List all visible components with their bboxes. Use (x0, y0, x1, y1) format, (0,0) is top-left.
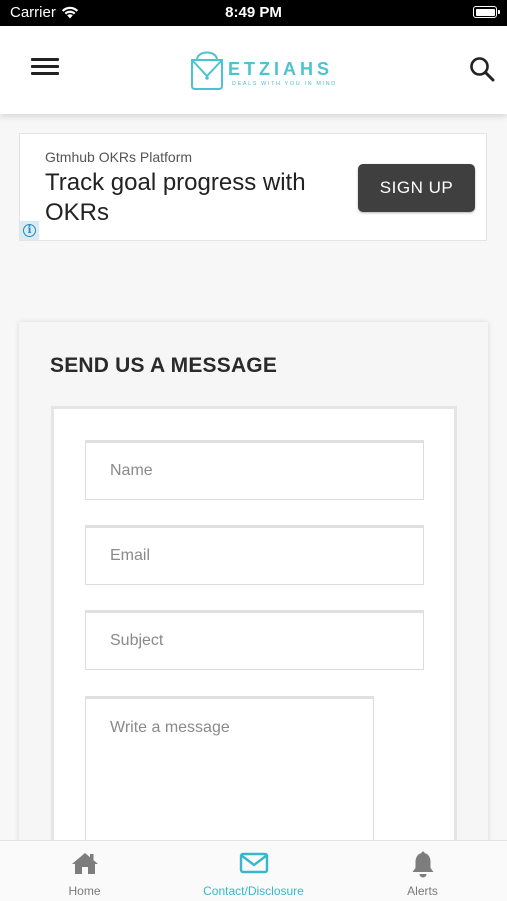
envelope-icon (239, 852, 268, 874)
tab-alerts[interactable]: Alerts (338, 841, 507, 901)
email-input[interactable] (85, 525, 424, 585)
subject-input[interactable] (85, 610, 424, 670)
tab-contact-disclosure[interactable]: Contact/Disclosure (169, 841, 338, 901)
logo-wordmark: ETZIAHS (228, 59, 334, 79)
hamburger-menu-button[interactable] (31, 56, 59, 78)
shopping-bag-logo-icon (191, 51, 223, 90)
metziahs-logo[interactable]: ETZIAHS DEALS WITH YOU IN MIND (188, 46, 358, 94)
tab-alerts-label: Alerts (407, 884, 438, 898)
app-header: ETZIAHS DEALS WITH YOU IN MIND (0, 26, 507, 114)
bottom-tab-bar: Home Contact/Disclosure Alerts (0, 840, 507, 901)
ad-sponsor: Gtmhub OKRs Platform (45, 149, 193, 165)
bell-icon (412, 851, 433, 878)
clock: 8:49 PM (225, 4, 282, 21)
battery-icon (473, 6, 500, 18)
home-icon (71, 853, 98, 874)
ad-banner[interactable]: Gtmhub OKRs Platform Track goal progress… (19, 133, 487, 241)
ad-choices-info-icon[interactable]: i (20, 221, 39, 240)
search-icon[interactable] (469, 56, 495, 82)
message-textarea[interactable] (85, 696, 374, 856)
logo-tagline: DEALS WITH YOU IN MIND (232, 81, 337, 87)
contact-form-card: SEND US A MESSAGE (19, 322, 488, 866)
ad-headline: Track goal progress with OKRs (45, 169, 306, 226)
tab-home-label: Home (68, 884, 101, 898)
contact-form (51, 406, 457, 866)
contact-form-title: SEND US A MESSAGE (50, 354, 278, 377)
status-bar: Carrier 8:49 PM (0, 0, 507, 26)
ad-sign-up-button[interactable]: SIGN UP (358, 164, 475, 212)
tab-contact-disclosure-label: Contact/Disclosure (203, 884, 304, 898)
name-input[interactable] (85, 440, 424, 500)
tab-home[interactable]: Home (0, 841, 169, 901)
